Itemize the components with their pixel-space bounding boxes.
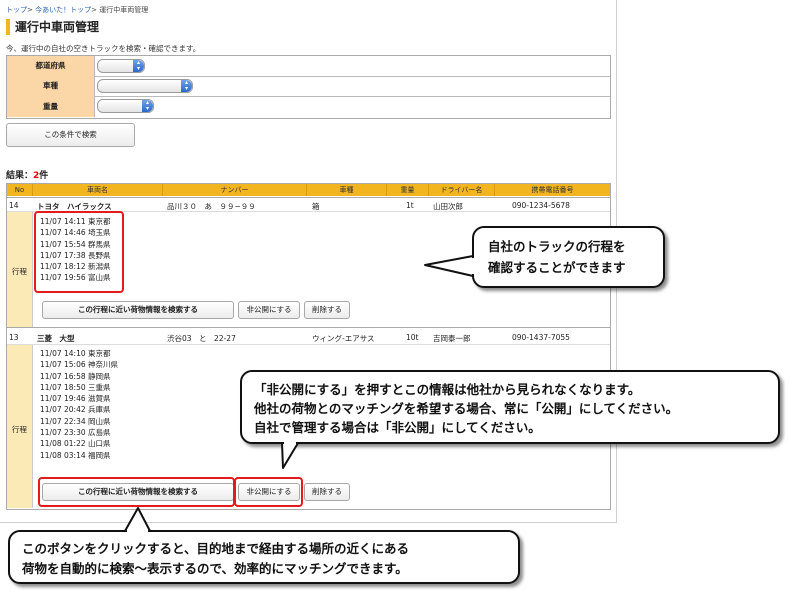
private-callout-pointer <box>281 442 299 469</box>
schedule-callout-pointer <box>424 255 474 277</box>
callout-pointers <box>124 255 475 533</box>
search-callout-pointer <box>124 507 151 532</box>
